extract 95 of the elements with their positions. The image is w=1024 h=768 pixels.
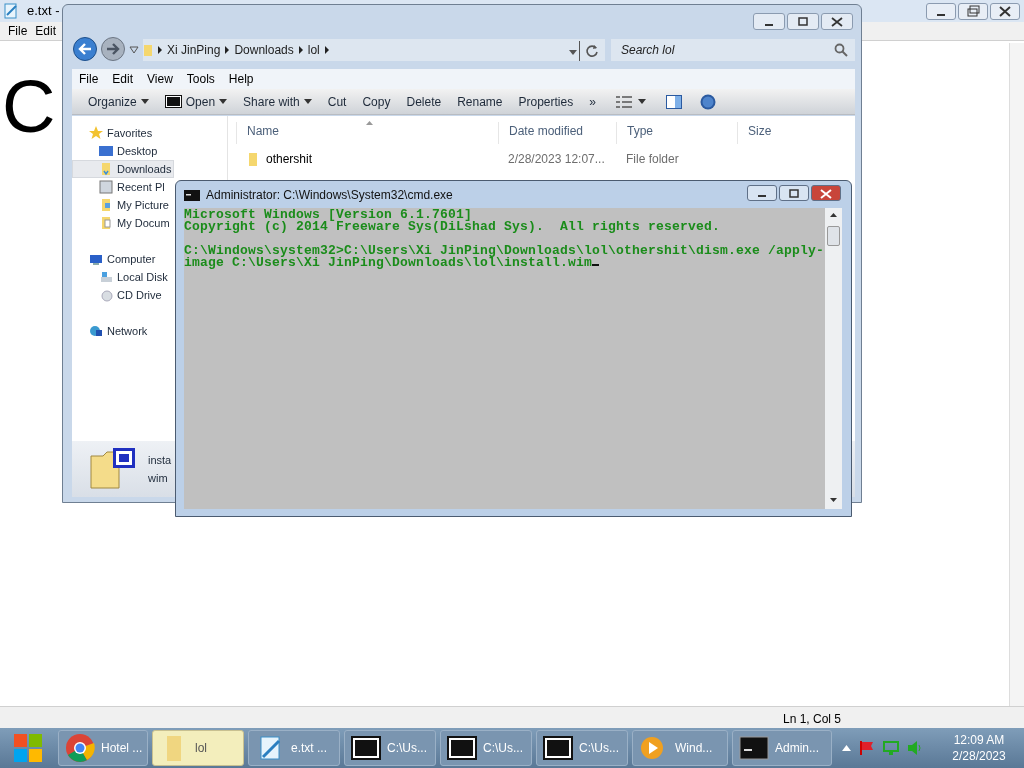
console-line: C:\Windows\system32>C:\Users\Xi JinPing\Downloads\lol\othershit\dism.exe /apply-	[184, 243, 825, 258]
search-icon	[834, 43, 848, 57]
back-button[interactable]	[73, 37, 97, 61]
notepad-icon	[3, 3, 19, 19]
toolbar-button[interactable]: Share with	[235, 90, 320, 113]
breadcrumb-item[interactable]: lol	[307, 41, 320, 59]
desktop-icon	[99, 144, 113, 158]
menu-item[interactable]: Help	[221, 70, 261, 88]
breadcrumb-item[interactable]: Xi JinPing	[167, 41, 221, 59]
toolbar-button[interactable]: Cut	[319, 90, 355, 113]
toolbar-button[interactable]: Open	[156, 90, 236, 113]
nav-item[interactable]: Local Disk	[72, 268, 174, 286]
dropdown-icon	[568, 48, 578, 56]
network-icon	[89, 324, 103, 338]
menu-item[interactable]: Tools	[179, 70, 222, 88]
taskbar-button[interactable]: lol	[152, 730, 244, 766]
view-button[interactable]	[615, 95, 646, 108]
toolbar-button[interactable]: Copy	[354, 90, 399, 113]
close-button[interactable]	[990, 3, 1020, 20]
refresh-icon	[585, 44, 599, 58]
table-cell-text: File folder	[625, 151, 679, 168]
minimize-button[interactable]	[747, 185, 777, 201]
restore-button[interactable]	[958, 3, 988, 20]
nav-item[interactable]: My Picture	[72, 196, 174, 214]
nav-item[interactable]: Computer	[72, 250, 174, 268]
toolbar-button[interactable]: »	[581, 90, 604, 113]
folder-icon	[99, 198, 113, 212]
window-title: e.txt -	[27, 2, 60, 21]
show-hidden-icons-icon[interactable]	[842, 745, 851, 751]
forward-button[interactable]	[101, 37, 125, 61]
search-field[interactable]: Search lol	[611, 39, 855, 61]
close-button[interactable]	[811, 185, 841, 201]
folder-icon	[99, 216, 113, 230]
text-cursor	[592, 264, 600, 266]
table-cell-text: 2/28/2023 12:07...	[507, 151, 605, 168]
folder-icon	[99, 162, 113, 176]
folder-icon	[143, 43, 153, 57]
column-header[interactable]: Type	[616, 122, 733, 144]
maximize-button[interactable]	[779, 185, 809, 201]
toolbar-button[interactable]: Organize	[80, 90, 157, 113]
scrollbar[interactable]	[1009, 43, 1024, 706]
window-title: Administrator: C:\Windows\System32\cmd.exe	[206, 187, 453, 204]
toolbar-button[interactable]: Properties	[510, 90, 582, 113]
menu-item[interactable]: File	[8, 22, 28, 40]
preview-pane-icon[interactable]	[665, 94, 682, 109]
caret-icon	[219, 99, 228, 104]
console-icon	[739, 733, 769, 763]
details-text: insta	[148, 453, 172, 468]
column-header[interactable]: Size	[737, 122, 807, 144]
nav-item[interactable]: Downloads	[72, 160, 174, 178]
nav-item[interactable]: Desktop	[72, 142, 174, 160]
nav-item[interactable]: Recent Pl	[72, 178, 174, 196]
minimize-button[interactable]	[753, 13, 785, 30]
nav-item[interactable]: CD Drive	[72, 286, 174, 304]
chrome-icon	[65, 733, 95, 763]
back-arrow-icon	[78, 43, 92, 55]
minimize-button[interactable]	[926, 3, 956, 20]
close-button[interactable]	[821, 13, 853, 30]
caret-icon	[303, 99, 312, 104]
menu-item[interactable]: Edit	[35, 22, 57, 40]
status-text: Ln 1, Col 5	[783, 711, 842, 728]
menu-item[interactable]: File	[72, 70, 106, 88]
toolbar-button[interactable]: Delete	[398, 90, 450, 113]
document-text: C	[2, 64, 56, 150]
sort-arrow-icon	[366, 121, 373, 125]
computer-icon	[89, 252, 103, 266]
console-line: Microsoft Windows [Version 6.1.7601]	[184, 207, 473, 222]
minimize-icon	[758, 195, 766, 197]
address-bar[interactable]: Xi JinPing Downloads lol	[143, 39, 605, 61]
nav-item[interactable]: My Docum	[72, 214, 174, 232]
scrollbar[interactable]	[825, 208, 842, 509]
forward-arrow-icon	[106, 43, 120, 55]
menu-item[interactable]: View	[140, 70, 180, 88]
disc-drive-icon	[99, 288, 113, 302]
toolbar-button[interactable]: Rename	[449, 90, 511, 113]
drive-icon	[99, 270, 113, 284]
clock[interactable]: 12:09 AM 2/28/2023	[937, 732, 1021, 764]
star-icon	[89, 126, 103, 140]
maximize-button[interactable]	[787, 13, 819, 30]
menu-item[interactable]: Edit	[105, 70, 141, 88]
nav-item[interactable]: Network	[72, 322, 174, 340]
dropdown-icon[interactable]	[129, 46, 139, 54]
folder-icon	[246, 152, 260, 166]
file-name[interactable]: othershit	[236, 150, 313, 168]
scroll-thumb[interactable]	[827, 226, 840, 246]
windows-logo-icon	[13, 733, 43, 763]
column-header[interactable]: Date modified	[498, 122, 612, 144]
nav-item[interactable]: Favorites	[72, 124, 174, 142]
caret-icon	[637, 99, 646, 104]
details-text: wim	[148, 471, 169, 486]
list-view-icon	[615, 95, 632, 108]
console-icon	[184, 189, 200, 201]
caret-icon	[140, 99, 149, 104]
minimize-icon	[937, 13, 945, 16]
breadcrumb-item[interactable]: Downloads	[234, 41, 294, 59]
